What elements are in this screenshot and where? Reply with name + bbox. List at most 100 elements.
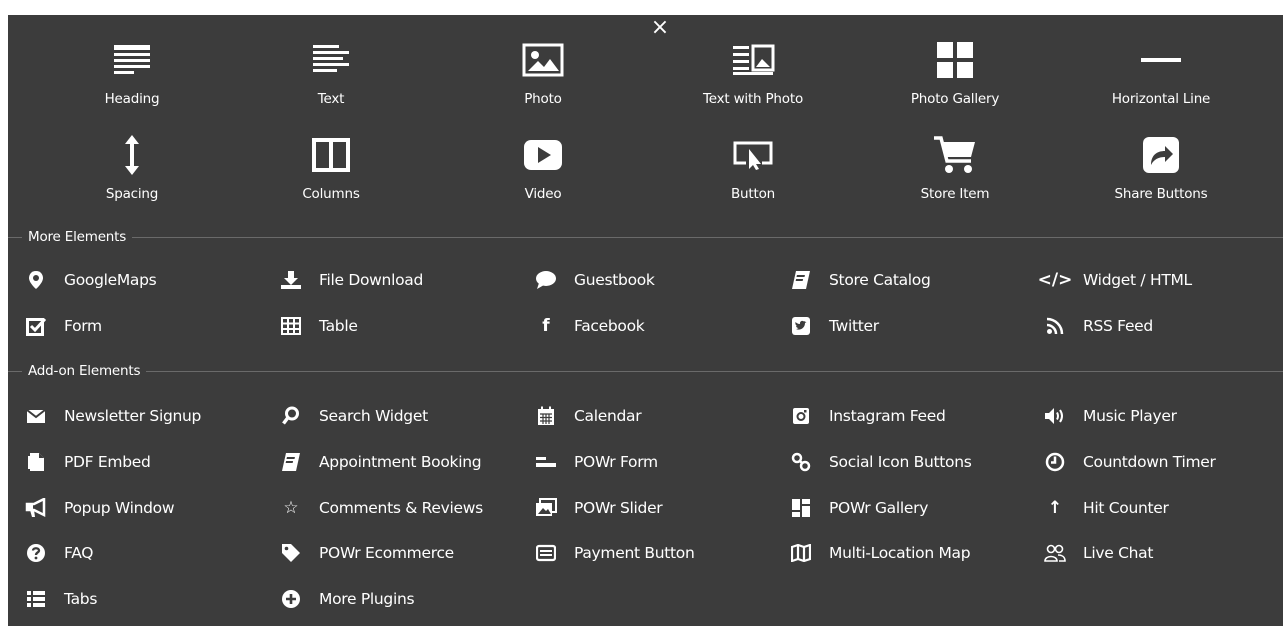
rss-icon [1043,314,1067,338]
megaphone-icon [24,496,48,520]
columns-icon [309,133,353,177]
pdf-icon [24,450,48,474]
element-item-label: Facebook [574,317,645,335]
element-item-social-icon-buttons[interactable]: Social Icon Buttons [789,447,972,477]
share-icon [1139,133,1183,177]
element-label: Text [317,91,345,107]
addon-elements-header: Add-on Elements [8,361,1283,381]
element-item-payment-button[interactable]: Payment Button [534,538,695,568]
search-icon [279,404,303,428]
section-title: More Elements [22,227,133,247]
element-tile-button[interactable]: Button [663,127,843,207]
element-item-label: Instagram Feed [829,407,946,425]
element-item-powr-form[interactable]: POWr Form [534,447,658,477]
tag-icon [279,541,303,565]
element-item-file-download[interactable]: File Download [279,265,423,295]
element-item-pdf-embed[interactable]: PDF Embed [24,447,151,477]
element-label: Video [524,186,562,202]
speaker-icon [1043,404,1067,428]
element-item-appointment-booking[interactable]: Appointment Booking [279,447,482,477]
horizontal-line-icon [1139,38,1183,82]
element-item-powr-gallery[interactable]: POWr Gallery [789,493,928,523]
element-tile-store-item[interactable]: Store Item [865,127,1045,207]
element-item-search-widget[interactable]: Search Widget [279,401,428,431]
element-label: Photo Gallery [910,91,1000,107]
element-item-label: Tabs [64,590,98,609]
element-item-music-player[interactable]: Music Player [1043,401,1177,431]
element-item-multi-location-map[interactable]: Multi-Location Map [789,538,971,568]
element-item-label: Calendar [574,407,642,425]
element-item-countdown-timer[interactable]: Countdown Timer [1043,447,1216,477]
element-item-guestbook[interactable]: Guestbook [534,265,655,295]
slider-icon [534,496,558,520]
element-item-tabs[interactable]: Tabs [24,584,97,614]
element-label: Button [730,186,776,202]
section-title: Add-on Elements [22,361,147,381]
element-tile-spacing[interactable]: Spacing [42,127,222,207]
element-item-widget-html[interactable]: </> Widget / HTML [1038,265,1193,295]
element-item-twitter[interactable]: Twitter [789,311,879,341]
element-item-label: Search Widget [319,407,428,425]
payment-icon [534,541,558,565]
close-button[interactable]: × [640,15,680,45]
element-item-comments-reviews[interactable]: ☆ Comments & Reviews [279,493,483,523]
element-item-calendar[interactable]: Calendar [534,401,642,431]
element-item-instagram-feed[interactable]: Instagram Feed [789,401,946,431]
twitter-icon [789,314,813,338]
element-item-label: Payment Button [574,544,695,563]
divider [8,371,1283,372]
element-item-label: POWr Gallery [829,498,929,517]
element-tile-text-with-photo[interactable]: Text with Photo [663,32,843,112]
element-item-more-plugins[interactable]: More Plugins [279,584,415,614]
element-item-label: FAQ [64,544,94,563]
element-item-label: Social Icon Buttons [829,452,972,471]
element-item-powr-slider[interactable]: POWr Slider [534,493,663,523]
element-tile-video[interactable]: Video [453,127,633,207]
checkbox-icon [24,314,48,338]
element-item-live-chat[interactable]: Live Chat [1043,538,1153,568]
element-item-label: Table [319,317,358,335]
table-icon [279,314,303,338]
element-item-popup-window[interactable]: Popup Window [24,493,175,523]
text-with-photo-icon [731,38,775,82]
element-item-rss-feed[interactable]: RSS Feed [1043,311,1153,341]
element-item-table[interactable]: Table [279,311,358,341]
element-tile-columns[interactable]: Columns [241,127,421,207]
users-icon [1043,541,1067,565]
element-item-label: Twitter [829,317,879,335]
element-item-label: Store Catalog [829,271,931,289]
comment-icon [534,268,558,292]
plus-circle-icon [279,587,303,611]
element-item-form[interactable]: Form [24,311,102,341]
element-tile-text[interactable]: Text [241,32,421,112]
element-label: Photo [524,91,562,107]
element-tile-share-buttons[interactable]: Share Buttons [1071,127,1251,207]
element-item-label: Widget / HTML [1083,271,1192,289]
element-item-label: File Download [319,271,424,289]
element-item-facebook[interactable]: f Facebook [534,311,644,341]
element-item-googlemaps[interactable]: GoogleMaps [24,265,157,295]
clock-icon [1043,450,1067,474]
element-tile-horizontal-line[interactable]: Horizontal Line [1071,32,1251,112]
link-icon [789,450,813,474]
element-item-powr-ecommerce[interactable]: POWr Ecommerce [279,538,454,568]
element-tile-photo-gallery[interactable]: Photo Gallery [865,32,1045,112]
element-item-label: Hit Counter [1083,498,1169,517]
element-item-label: Live Chat [1083,544,1154,563]
element-tile-photo[interactable]: Photo [453,32,633,112]
element-tile-heading[interactable]: Heading [42,32,222,112]
divider [8,237,1283,238]
calendar-icon [534,404,558,428]
element-item-store-catalog[interactable]: Store Catalog [789,265,931,295]
element-item-label: Music Player [1083,407,1177,425]
element-item-label: Countdown Timer [1083,452,1216,471]
element-item-faq[interactable]: FAQ [24,538,93,568]
text-icon [309,38,353,82]
element-item-label: PDF Embed [64,452,151,471]
element-item-hit-counter[interactable]: ↑ Hit Counter [1043,493,1169,523]
element-item-newsletter-signup[interactable]: Newsletter Signup [24,401,201,431]
element-label: Share Buttons [1114,186,1208,202]
element-label: Spacing [105,186,159,202]
element-item-label: POWr Ecommerce [319,544,454,563]
gallery-grid-icon [789,496,813,520]
